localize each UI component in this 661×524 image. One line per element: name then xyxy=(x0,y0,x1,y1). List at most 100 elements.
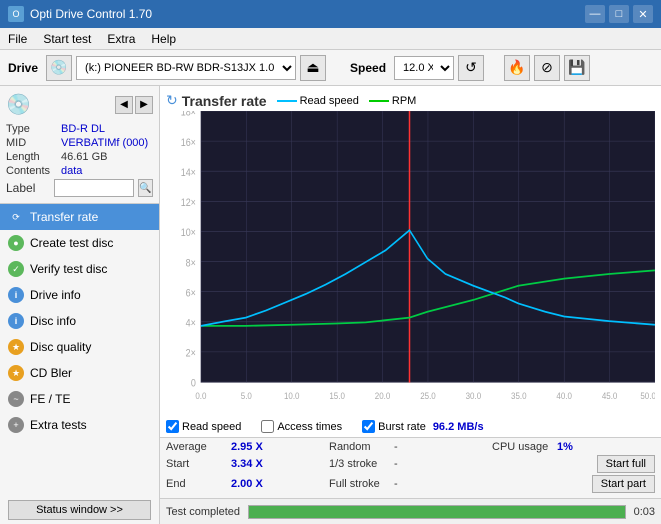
start-full-button[interactable]: Start full xyxy=(597,455,655,473)
nav-item-disc-quality[interactable]: ★ Disc quality xyxy=(0,334,159,360)
disc-contents-value: data xyxy=(61,165,153,177)
transfer-rate-icon: ⟳ xyxy=(8,209,24,225)
menu-start-test[interactable]: Start test xyxy=(35,28,99,49)
one-third-value: - xyxy=(394,458,434,470)
burn-button[interactable]: 🔥 xyxy=(504,55,530,81)
speed-label: Speed xyxy=(346,61,390,75)
average-value: 2.95 X xyxy=(231,441,271,453)
nav-item-fe-te[interactable]: ~ FE / TE xyxy=(0,386,159,412)
disc-type-value: BD-R DL xyxy=(61,123,153,135)
svg-text:20.0: 20.0 xyxy=(375,390,391,401)
disc-mid-label: MID xyxy=(6,137,61,149)
nav-item-cd-bler[interactable]: ★ CD Bler xyxy=(0,360,159,386)
one-third-label: 1/3 stroke xyxy=(329,458,394,470)
start-label: Start xyxy=(166,458,231,470)
svg-text:6×: 6× xyxy=(186,288,196,300)
stats-section: Average 2.95 X Random - CPU usage 1% Sta… xyxy=(160,437,661,498)
average-label: Average xyxy=(166,441,231,453)
svg-text:14×: 14× xyxy=(181,167,196,179)
legend-rpm-color xyxy=(369,100,389,102)
svg-text:25.0: 25.0 xyxy=(420,390,436,401)
disc-image-icon: 💿 xyxy=(6,92,31,117)
disc-prev-button[interactable]: ◀ xyxy=(115,96,133,114)
progress-time: 0:03 xyxy=(634,506,655,518)
burst-rate-value: 96.2 MB/s xyxy=(433,421,484,433)
svg-text:2×: 2× xyxy=(186,348,196,360)
full-stroke-value: - xyxy=(394,478,434,490)
burst-rate-checkbox[interactable] xyxy=(362,420,375,433)
chart-title: Transfer rate xyxy=(182,93,267,109)
svg-text:10×: 10× xyxy=(181,228,196,240)
svg-text:10.0: 10.0 xyxy=(284,390,300,401)
nav-item-disc-info[interactable]: i Disc info xyxy=(0,308,159,334)
main-content: 💿 ◀ ▶ Type BD-R DL MID VERBATIMf (000) L… xyxy=(0,86,661,524)
toolbar: Drive 💿 (k:) PIONEER BD-RW BDR-S13JX 1.0… xyxy=(0,50,661,86)
disc-label-input[interactable] xyxy=(54,179,134,197)
erase-button[interactable]: ⊘ xyxy=(534,55,560,81)
read-speed-checkbox-label: Read speed xyxy=(182,421,241,433)
random-value: - xyxy=(394,441,434,453)
speed-select[interactable]: 12.0 X xyxy=(394,56,454,80)
drive-info-icon: i xyxy=(8,287,24,303)
svg-text:18×: 18× xyxy=(181,111,196,119)
nav-item-create-test-disc[interactable]: ● Create test disc xyxy=(0,230,159,256)
disc-next-button[interactable]: ▶ xyxy=(135,96,153,114)
nav-item-fe-te-label: FE / TE xyxy=(30,392,70,406)
nav-menu: ⟳ Transfer rate ● Create test disc ✓ Ver… xyxy=(0,204,159,496)
minimize-button[interactable]: — xyxy=(585,5,605,23)
drive-label: Drive xyxy=(4,61,42,75)
menu-file[interactable]: File xyxy=(0,28,35,49)
read-speed-checkbox[interactable] xyxy=(166,420,179,433)
nav-item-extra-tests[interactable]: + Extra tests xyxy=(0,412,159,438)
disc-mid-value: VERBATIMf (000) xyxy=(61,137,153,149)
close-button[interactable]: ✕ xyxy=(633,5,653,23)
nav-item-verify-test-disc[interactable]: ✓ Verify test disc xyxy=(0,256,159,282)
eject-button[interactable]: ⏏ xyxy=(300,55,326,81)
menu-bar: File Start test Extra Help xyxy=(0,28,661,50)
extra-tests-icon: + xyxy=(8,417,24,433)
svg-text:0: 0 xyxy=(191,378,196,390)
svg-text:5.0: 5.0 xyxy=(241,390,252,401)
status-window-button[interactable]: Status window >> xyxy=(8,500,151,520)
drive-select[interactable]: (k:) PIONEER BD-RW BDR-S13JX 1.01 xyxy=(76,56,296,80)
nav-item-extra-tests-label: Extra tests xyxy=(30,418,87,432)
cd-bler-icon: ★ xyxy=(8,365,24,381)
create-test-disc-icon: ● xyxy=(8,235,24,251)
nav-item-cd-bler-label: CD Bler xyxy=(30,366,72,380)
refresh-button[interactable]: ↺ xyxy=(458,55,484,81)
verify-test-disc-icon: ✓ xyxy=(8,261,24,277)
nav-item-drive-info[interactable]: i Drive info xyxy=(0,282,159,308)
disc-quality-icon: ★ xyxy=(8,339,24,355)
disc-length-value: 46.61 GB xyxy=(61,151,153,163)
legend-rpm-label: RPM xyxy=(392,95,416,107)
menu-extra[interactable]: Extra xyxy=(99,28,143,49)
access-times-checkbox[interactable] xyxy=(261,420,274,433)
disc-label-icon-button[interactable]: 🔍 xyxy=(138,179,153,197)
svg-text:8×: 8× xyxy=(186,258,196,270)
legend-read-color xyxy=(277,100,297,102)
drive-icon: 💿 xyxy=(46,55,72,81)
legend-read-label: Read speed xyxy=(300,95,359,107)
app-title: Opti Drive Control 1.70 xyxy=(30,7,152,21)
window-controls: — □ ✕ xyxy=(585,5,653,23)
disc-panel: 💿 ◀ ▶ Type BD-R DL MID VERBATIMf (000) L… xyxy=(0,86,159,204)
disc-length-label: Length xyxy=(6,151,61,163)
disc-info-icon: i xyxy=(8,313,24,329)
menu-help[interactable]: Help xyxy=(143,28,184,49)
svg-text:30.0: 30.0 xyxy=(466,390,482,401)
cpu-usage-label: CPU usage xyxy=(492,441,557,453)
svg-text:4×: 4× xyxy=(186,318,196,330)
nav-item-transfer-rate[interactable]: ⟳ Transfer rate xyxy=(0,204,159,230)
app-icon: O xyxy=(8,6,24,22)
progress-area: Test completed 0:03 xyxy=(160,498,661,524)
disc-label-label: Label xyxy=(6,181,50,195)
svg-text:15.0: 15.0 xyxy=(329,390,345,401)
maximize-button[interactable]: □ xyxy=(609,5,629,23)
burst-rate-checkbox-label: Burst rate xyxy=(378,421,426,433)
start-part-button[interactable]: Start part xyxy=(592,475,655,493)
save-button[interactable]: 💾 xyxy=(564,55,590,81)
svg-text:0.0: 0.0 xyxy=(195,390,206,401)
nav-item-disc-quality-label: Disc quality xyxy=(30,340,91,354)
right-panel: ↻ Transfer rate Read speed RPM xyxy=(160,86,661,524)
progress-bar-track xyxy=(248,505,626,519)
